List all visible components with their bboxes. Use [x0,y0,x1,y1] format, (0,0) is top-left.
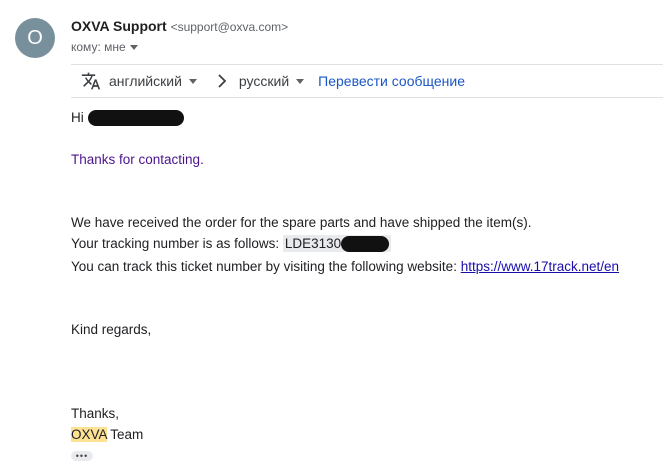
chevron-down-icon[interactable] [129,44,138,50]
sender-avatar[interactable]: O [15,18,55,58]
chevron-down-icon [188,78,197,84]
redacted-tracking-suffix [341,236,390,253]
thanks-contacting-text: Thanks for contacting. [71,152,204,167]
tracking-line: Your tracking number is as follows: LDE3… [71,235,392,253]
source-language-label: английский [109,73,182,89]
signature-brand: OXVA [71,427,107,442]
tracking-number[interactable]: LDE3130 [282,235,392,253]
tracking-website-link[interactable]: https://www.17track.net/en [461,259,619,274]
kind-regards-text: Kind regards, [71,322,152,337]
sender-email: <support@oxva.com> [170,20,289,34]
avatar-letter: O [27,26,43,49]
redacted-name [87,110,184,127]
greeting-line: Hi [71,110,184,127]
translate-message-link[interactable]: Перевести сообщение [318,73,465,89]
track-website-line: You can track this ticket number by visi… [71,259,619,274]
show-trimmed-content-button[interactable]: ••• [71,451,93,461]
signature-team: Team [106,427,144,442]
more-dots-text: ••• [75,451,89,461]
source-language-select[interactable]: английский [109,73,197,89]
sender-name[interactable]: OXVA Support [71,18,167,34]
track-text: You can track this ticket number by visi… [71,259,461,274]
signature-line: OXVA Team [71,427,143,442]
tracking-prefix: Your tracking number is as follows: [71,236,283,251]
target-language-select[interactable]: русский [238,73,305,89]
chevron-right-icon [218,74,227,88]
translate-bar: английский русский Перевести сообщение [71,64,663,98]
target-language-label: русский [238,73,290,89]
tracking-number-text: LDE3130 [284,236,342,251]
translate-icon [81,72,101,90]
thanks-text: Thanks, [71,406,120,421]
sender-header: OXVA Support <support@oxva.com> [71,18,288,34]
greeting-text: Hi [71,110,84,125]
received-order-text: We have received the order for the spare… [71,215,532,230]
recipient-row[interactable]: кому: мне [71,40,138,54]
chevron-down-icon [296,78,305,84]
recipient-label: кому: мне [71,40,126,54]
